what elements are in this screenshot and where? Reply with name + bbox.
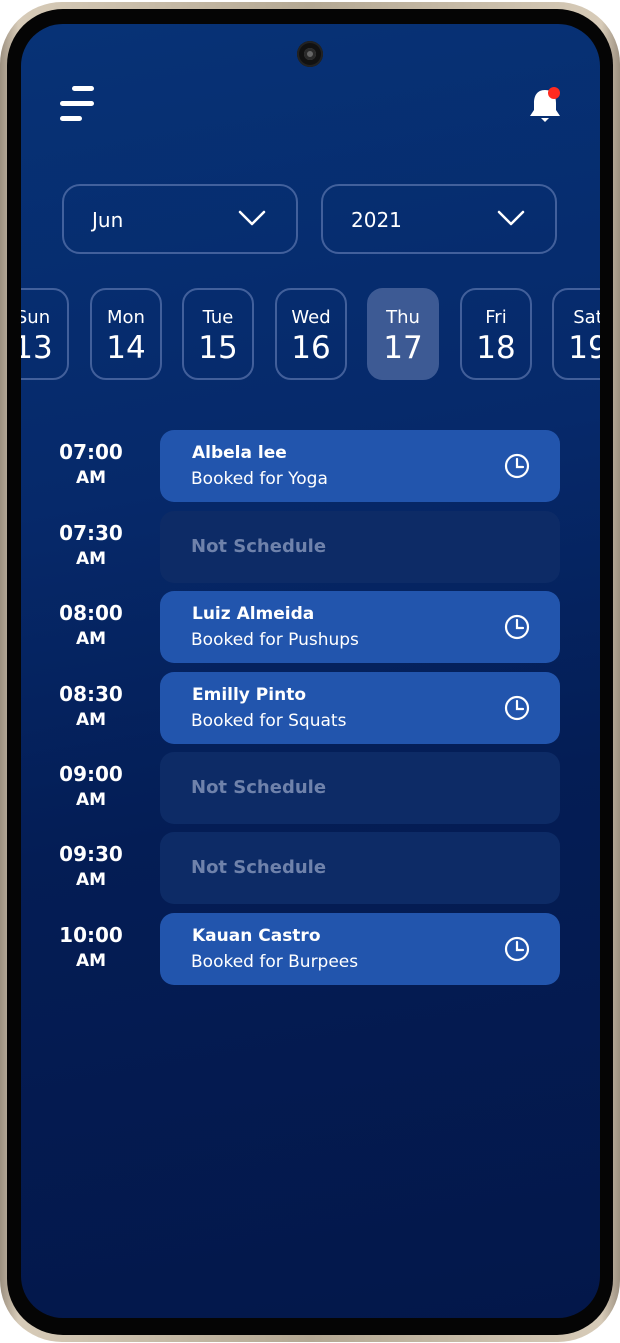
time-value: 09:00 [59, 762, 123, 786]
front-camera [297, 41, 323, 67]
time-value: 09:30 [59, 842, 123, 866]
day-date: 19 [568, 330, 600, 366]
empty-slot-card[interactable]: Not Schedule [160, 832, 560, 904]
booked-card[interactable]: Kauan Castro Booked for Burpees [160, 913, 560, 985]
slot-time: 07:00 AM [40, 430, 142, 488]
day-name: Thu [386, 307, 420, 328]
schedule-slot: 09:30 AM Not Schedule [40, 832, 560, 904]
not-scheduled-label: Not Schedule [191, 777, 327, 798]
client-name: Emilly Pinto [192, 685, 307, 705]
day-date: 18 [476, 330, 516, 366]
day-name: Mon [107, 307, 145, 328]
time-value: 10:00 [59, 923, 123, 947]
schedule-slot: 10:00 AM Kauan Castro Booked for Burpees [40, 913, 560, 985]
clock-icon[interactable] [504, 936, 530, 962]
time-value: 07:30 [59, 521, 123, 545]
day-fri[interactable]: Fri 18 [460, 288, 532, 380]
slot-time: 10:00 AM [40, 913, 142, 971]
booking-description: Booked for Pushups [191, 630, 359, 650]
day-mon[interactable]: Mon 14 [90, 288, 162, 380]
notification-badge [548, 87, 560, 99]
day-name: Fri [485, 307, 507, 328]
day-tue[interactable]: Tue 15 [182, 288, 254, 380]
booking-description: Booked for Burpees [191, 952, 359, 972]
notification-button[interactable] [526, 86, 564, 124]
time-period: AM [75, 549, 107, 569]
time-period: AM [75, 468, 107, 488]
hamburger-menu-icon[interactable] [60, 86, 96, 122]
month-select[interactable]: Jun [62, 184, 298, 254]
not-scheduled-label: Not Schedule [191, 857, 327, 878]
day-date: 13 [21, 330, 53, 366]
chevron-down-icon [497, 210, 525, 226]
schedule-slot: 08:30 AM Emilly Pinto Booked for Squats [40, 672, 560, 744]
booked-card[interactable]: Emilly Pinto Booked for Squats [160, 672, 560, 744]
schedule-slot: 08:00 AM Luiz Almeida Booked for Pushups [40, 591, 560, 663]
empty-slot-card[interactable]: Not Schedule [160, 511, 560, 583]
schedule-slot: 09:00 AM Not Schedule [40, 752, 560, 824]
clock-icon[interactable] [504, 614, 530, 640]
time-period: AM [75, 951, 107, 971]
day-sat[interactable]: Sat 19 [552, 288, 600, 380]
clock-icon[interactable] [504, 453, 530, 479]
client-name: Kauan Castro [192, 926, 321, 946]
slot-time: 08:30 AM [40, 672, 142, 730]
day-strip[interactable]: Sun 13 Mon 14 Tue 15 Wed 16 Thu 17 Fri 1… [21, 288, 600, 380]
time-period: AM [75, 790, 107, 810]
time-value: 07:00 [59, 440, 123, 464]
booking-description: Booked for Squats [191, 711, 347, 731]
day-date: 16 [291, 330, 331, 366]
booking-description: Booked for Yoga [191, 469, 328, 489]
booked-card[interactable]: Luiz Almeida Booked for Pushups [160, 591, 560, 663]
day-name: Sat [573, 307, 600, 328]
time-period: AM [75, 710, 107, 730]
day-sun[interactable]: Sun 13 [21, 288, 69, 380]
day-thu-selected[interactable]: Thu 17 [367, 288, 439, 380]
clock-icon[interactable] [504, 695, 530, 721]
booked-card[interactable]: Albela lee Booked for Yoga [160, 430, 560, 502]
time-value: 08:00 [59, 601, 123, 625]
client-name: Albela lee [192, 443, 287, 463]
day-date: 17 [383, 330, 423, 366]
schedule-slot: 07:30 AM Not Schedule [40, 511, 560, 583]
time-value: 08:30 [59, 682, 123, 706]
year-value: 2021 [351, 208, 402, 232]
slot-time: 09:00 AM [40, 752, 142, 810]
day-name: Tue [202, 307, 234, 328]
empty-slot-card[interactable]: Not Schedule [160, 752, 560, 824]
day-date: 14 [106, 330, 146, 366]
day-name: Wed [291, 307, 331, 328]
day-name: Sun [21, 307, 51, 328]
month-value: Jun [92, 208, 124, 232]
slot-time: 09:30 AM [40, 832, 142, 890]
slot-time: 08:00 AM [40, 591, 142, 649]
schedule-slot: 07:00 AM Albela lee Booked for Yoga [40, 430, 560, 502]
not-scheduled-label: Not Schedule [191, 536, 327, 557]
chevron-down-icon [238, 210, 266, 226]
time-period: AM [75, 870, 107, 890]
client-name: Luiz Almeida [192, 604, 315, 624]
day-wed[interactable]: Wed 16 [275, 288, 347, 380]
slot-time: 07:30 AM [40, 511, 142, 569]
year-select[interactable]: 2021 [321, 184, 557, 254]
time-period: AM [75, 629, 107, 649]
day-date: 15 [198, 330, 238, 366]
